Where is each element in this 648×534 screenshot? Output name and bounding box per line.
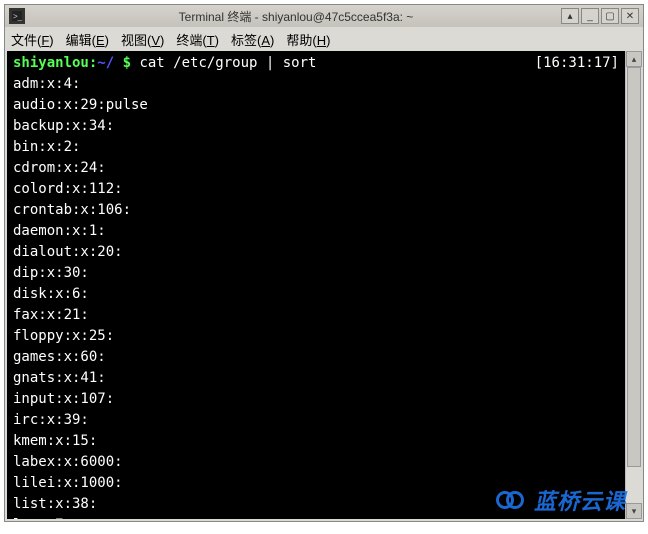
output-line: dip:x:30:: [13, 263, 619, 284]
watermark: 蓝桥云课: [496, 484, 626, 516]
terminal-content[interactable]: shiyanlou:~/ $ cat /etc/group | sort[16:…: [7, 51, 625, 519]
prompt-clock: [16:31:17]: [535, 53, 619, 74]
output-line: colord:x:112:: [13, 179, 619, 200]
output-line: input:x:107:: [13, 389, 619, 410]
output-line: adm:x:4:: [13, 74, 619, 95]
prompt-user: shiyanlou:: [13, 53, 97, 74]
scrollbar[interactable]: ▴ ▾: [625, 51, 641, 519]
window-title: Terminal 终端 - shiyanlou@47c5ccea5f3a: ~: [31, 8, 561, 25]
output-line: fax:x:21:: [13, 305, 619, 326]
prompt-path: ~/: [97, 53, 114, 74]
output-line: kmem:x:15:: [13, 431, 619, 452]
menubar: 文件(F) 编辑(E) 视图(V) 终端(T) 标签(A) 帮助(H): [5, 27, 643, 51]
output-line: disk:x:6:: [13, 284, 619, 305]
menu-help[interactable]: 帮助(H): [286, 30, 330, 49]
terminal-icon: >_: [9, 8, 25, 24]
output-line: backup:x:34:: [13, 116, 619, 137]
output-line: gnats:x:41:: [13, 368, 619, 389]
menu-edit[interactable]: 编辑(E): [66, 30, 109, 49]
prompt-symbol: $: [114, 53, 139, 74]
output-line: bin:x:2:: [13, 137, 619, 158]
terminal-window: >_ Terminal 终端 - shiyanlou@47c5ccea5f3a:…: [4, 4, 644, 522]
output-line: crontab:x:106:: [13, 200, 619, 221]
terminal-area: shiyanlou:~/ $ cat /etc/group | sort[16:…: [5, 51, 643, 521]
output-line: floppy:x:25:: [13, 326, 619, 347]
output-line: daemon:x:1:: [13, 221, 619, 242]
output-line: labex:x:6000:: [13, 452, 619, 473]
menu-file[interactable]: 文件(F): [11, 30, 54, 49]
menu-terminal[interactable]: 终端(T): [176, 30, 219, 49]
minimize-button[interactable]: _: [581, 8, 599, 24]
output-line: games:x:60:: [13, 347, 619, 368]
watermark-logo-icon: [496, 490, 528, 510]
output-line: dialout:x:20:: [13, 242, 619, 263]
prompt-line: shiyanlou:~/ $ cat /etc/group | sort[16:…: [13, 53, 619, 74]
rollup-button[interactable]: ▴: [561, 8, 579, 24]
window-controls: ▴ _ ▢ ✕: [561, 8, 639, 24]
scroll-down-button[interactable]: ▾: [626, 503, 642, 519]
menu-tabs[interactable]: 标签(A): [231, 30, 274, 49]
scroll-up-button[interactable]: ▴: [626, 51, 642, 67]
scroll-thumb[interactable]: [627, 67, 641, 467]
output-line: cdrom:x:24:: [13, 158, 619, 179]
prompt-command: cat /etc/group | sort: [139, 53, 534, 74]
close-button[interactable]: ✕: [621, 8, 639, 24]
terminal-output: adm:x:4:audio:x:29:pulsebackup:x:34:bin:…: [13, 74, 619, 519]
output-line: audio:x:29:pulse: [13, 95, 619, 116]
svg-text:>_: >_: [13, 12, 22, 21]
menu-view[interactable]: 视图(V): [121, 30, 164, 49]
output-line: irc:x:39:: [13, 410, 619, 431]
titlebar[interactable]: >_ Terminal 终端 - shiyanlou@47c5ccea5f3a:…: [5, 5, 643, 27]
watermark-text: 蓝桥云课: [534, 484, 626, 516]
maximize-button[interactable]: ▢: [601, 8, 619, 24]
